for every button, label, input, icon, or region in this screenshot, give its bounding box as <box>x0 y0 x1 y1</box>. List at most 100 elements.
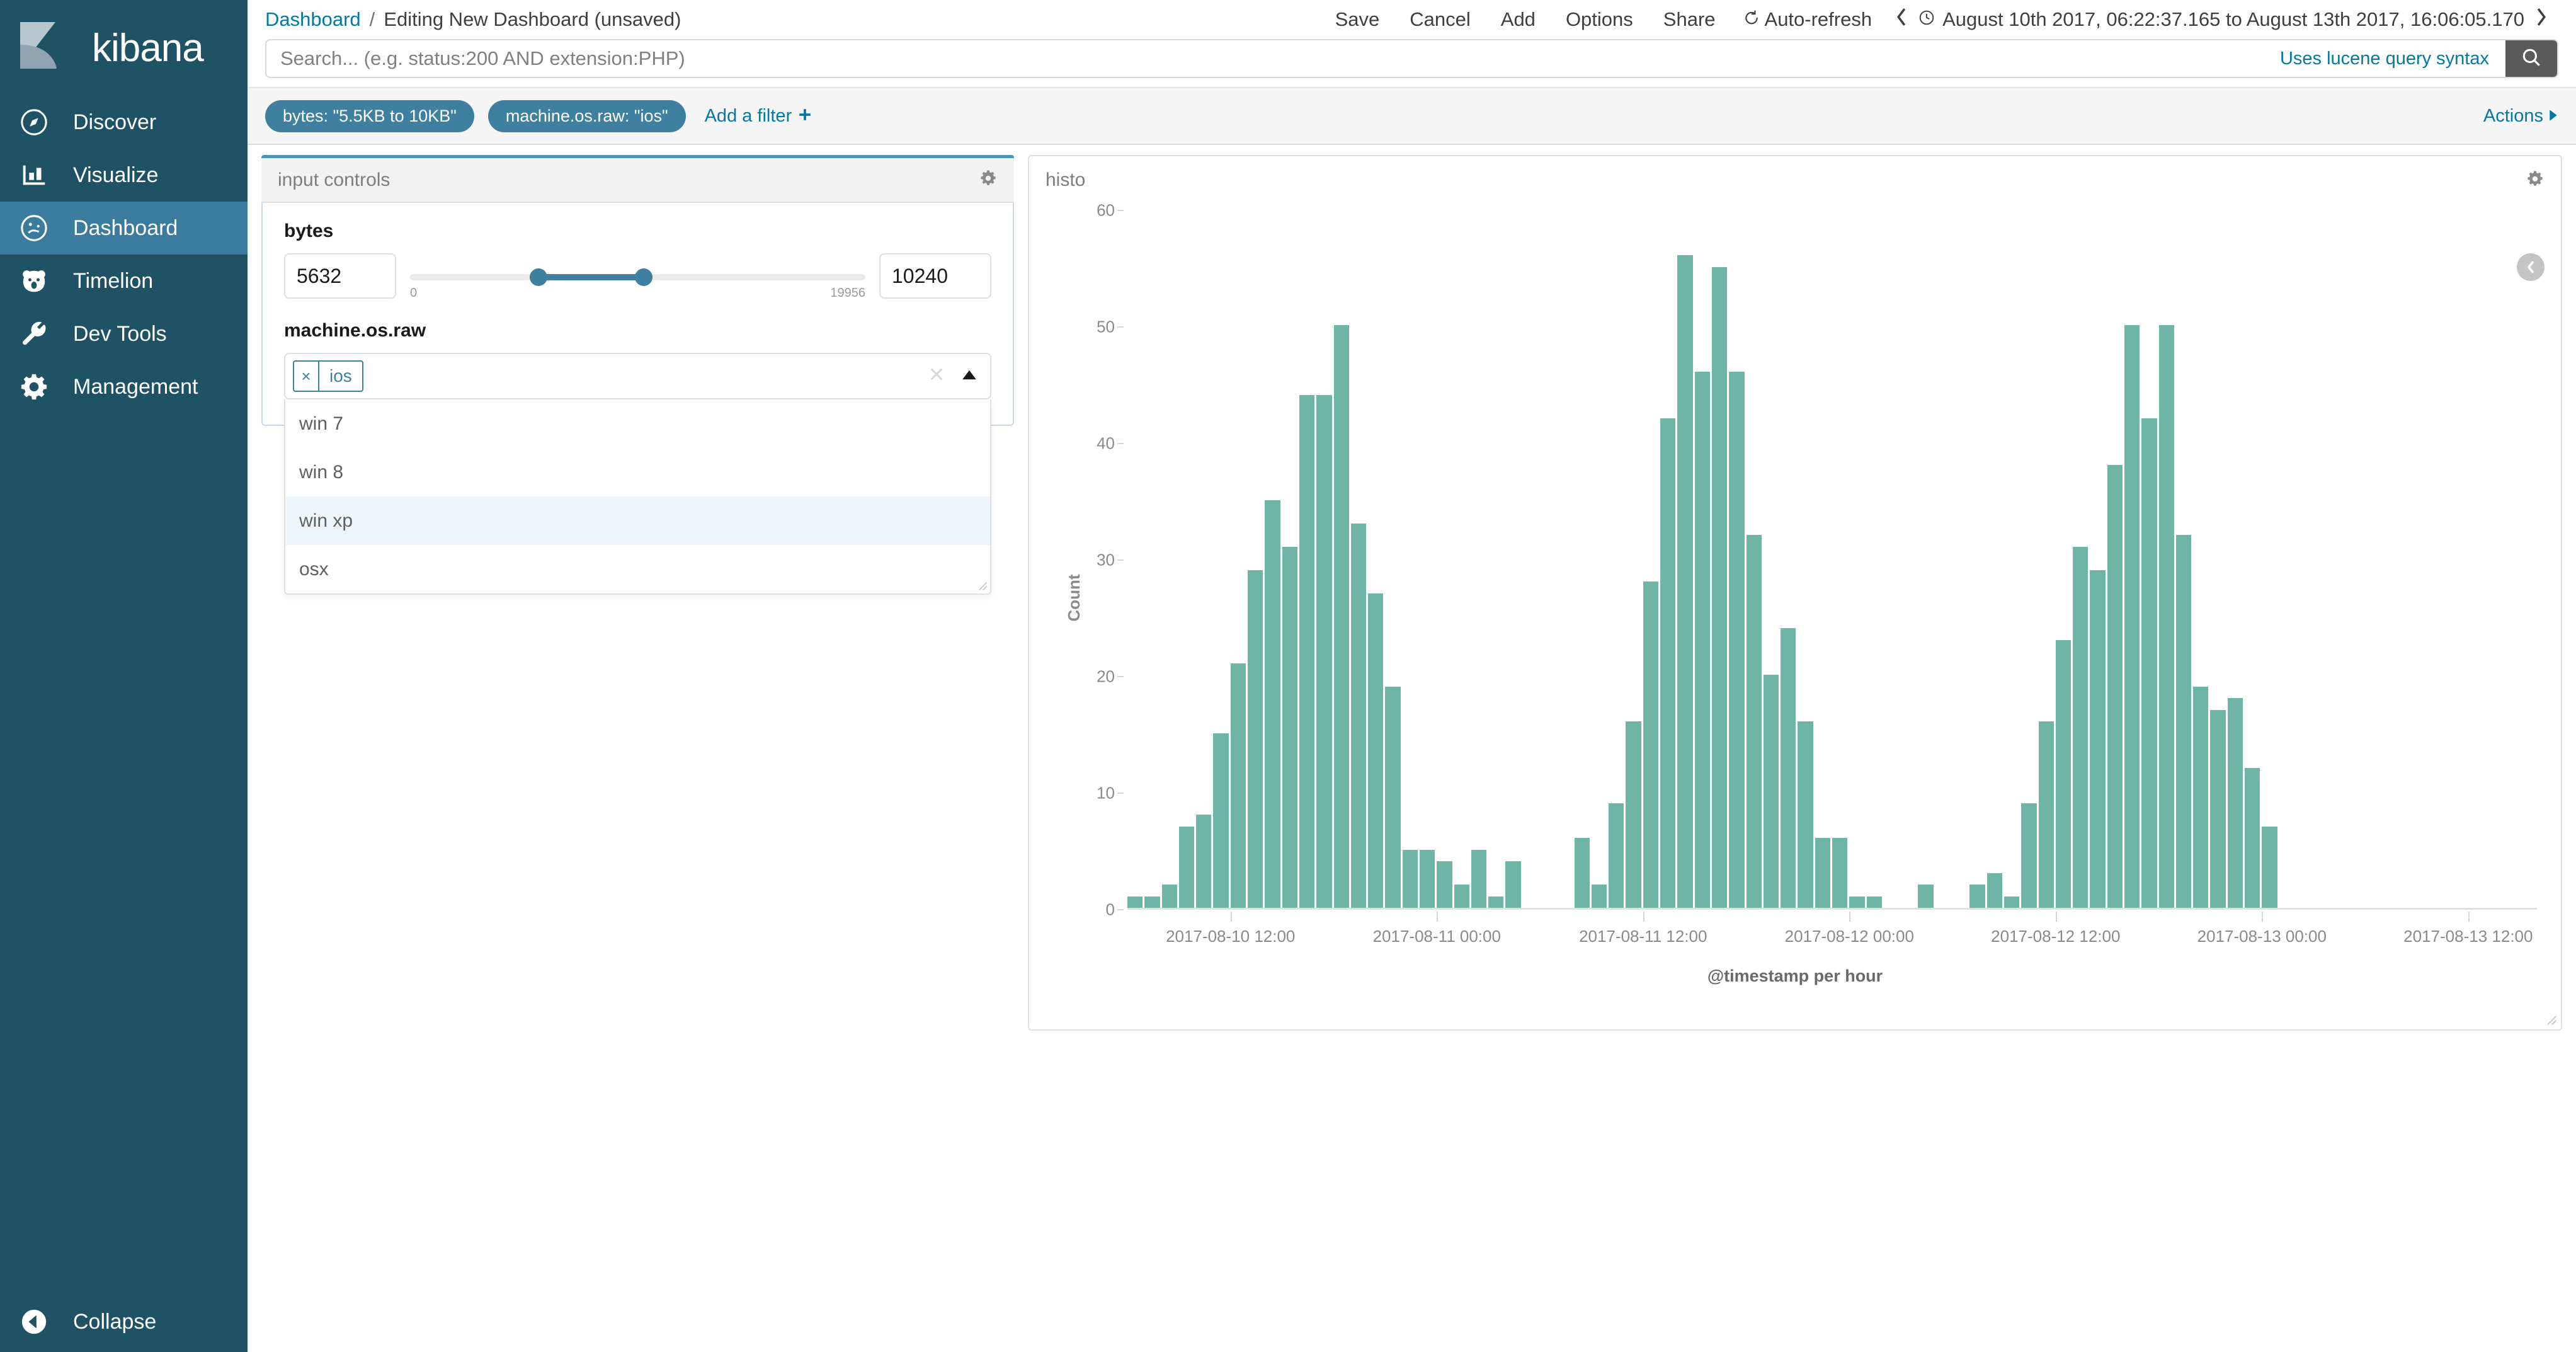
histogram-bar[interactable] <box>1712 267 1727 908</box>
histogram-bar[interactable] <box>1747 535 1762 908</box>
share-button[interactable]: Share <box>1648 8 1731 31</box>
histogram-bar[interactable] <box>1695 372 1710 908</box>
histogram-bar[interactable] <box>2159 325 2174 908</box>
search-input[interactable] <box>266 40 2264 77</box>
histogram-bar[interactable] <box>2039 721 2054 908</box>
option-win-7[interactable]: win 7 <box>285 399 990 448</box>
histogram-bar[interactable] <box>1437 861 1452 908</box>
gear-icon[interactable] <box>2526 169 2545 192</box>
histogram-bar[interactable] <box>1849 897 1864 908</box>
histogram-bar[interactable] <box>2004 897 2019 908</box>
histogram-bar[interactable] <box>1196 815 1211 908</box>
slider-handle-max[interactable] <box>635 268 653 286</box>
histogram-bar[interactable] <box>1403 850 1418 908</box>
histogram-bar[interactable] <box>1179 827 1194 908</box>
histogram-bar[interactable] <box>1368 593 1383 908</box>
histogram-bar[interactable] <box>1660 418 1675 908</box>
sidebar-item-dev-tools[interactable]: Dev Tools <box>0 307 248 360</box>
histogram-bar[interactable] <box>1334 325 1349 908</box>
range-min-input[interactable] <box>284 253 396 299</box>
histogram-bar[interactable] <box>1265 500 1280 908</box>
multiselect-input[interactable]: × ios <box>284 353 991 399</box>
histogram-bar[interactable] <box>1162 885 1177 908</box>
histogram-bar[interactable] <box>1798 721 1813 908</box>
add-filter-button[interactable]: Add a filter <box>705 106 812 127</box>
histogram-bar[interactable] <box>2228 698 2243 908</box>
histogram-bar[interactable] <box>2107 465 2123 908</box>
breadcrumb-dashboard-link[interactable]: Dashboard <box>265 8 361 31</box>
histogram-bar[interactable] <box>1867 897 1882 908</box>
options-button[interactable]: Options <box>1551 8 1648 31</box>
histogram-bar[interactable] <box>1729 372 1744 908</box>
sidebar-item-visualize[interactable]: Visualize <box>0 149 248 202</box>
option-win-8[interactable]: win 8 <box>285 448 990 496</box>
histogram-bar[interactable] <box>2090 570 2105 908</box>
next-time-button[interactable] <box>2524 7 2558 33</box>
resize-handle[interactable] <box>2545 1013 2557 1026</box>
histogram-bar[interactable] <box>1385 687 1400 908</box>
histogram-bar[interactable] <box>2124 325 2140 908</box>
option-osx[interactable]: osx <box>285 545 990 593</box>
range-slider[interactable]: 0 19956 <box>410 253 865 299</box>
option-win-xp[interactable]: win xp <box>285 496 990 545</box>
histogram-bar[interactable] <box>1420 850 1435 908</box>
histogram-bar[interactable] <box>1351 524 1366 908</box>
sidebar-collapse-button[interactable]: Collapse <box>0 1292 248 1352</box>
histogram-bar[interactable] <box>1764 675 1779 908</box>
close-icon[interactable]: × <box>294 362 319 391</box>
histogram-bar[interactable] <box>1918 885 1933 908</box>
histogram-chart[interactable]: Count 0102030405060 2017-08-10 12:002017… <box>1047 210 2543 985</box>
histogram-bar[interactable] <box>1505 861 1520 908</box>
histogram-bar[interactable] <box>1575 838 1590 908</box>
histogram-bar[interactable] <box>1248 570 1263 908</box>
sidebar-item-discover[interactable]: Discover <box>0 96 248 149</box>
histogram-bar[interactable] <box>2056 640 2071 908</box>
histogram-bar[interactable] <box>2245 768 2260 908</box>
close-icon[interactable] <box>927 365 946 387</box>
histogram-bar[interactable] <box>1781 628 1796 908</box>
range-max-input[interactable] <box>879 253 991 299</box>
histogram-bar[interactable] <box>1213 733 1228 908</box>
brand[interactable]: kibana <box>0 0 248 96</box>
add-button[interactable]: Add <box>1486 8 1551 31</box>
histogram-bar[interactable] <box>1677 255 1692 908</box>
histogram-bar[interactable] <box>1454 885 1469 908</box>
sidebar-item-dashboard[interactable]: Dashboard <box>0 202 248 255</box>
histogram-bar[interactable] <box>1643 581 1658 908</box>
histogram-bar[interactable] <box>1987 873 2002 908</box>
histogram-bar[interactable] <box>1231 663 1246 908</box>
histogram-bar[interactable] <box>1471 850 1486 908</box>
histogram-bar[interactable] <box>1282 547 1297 908</box>
histogram-bar[interactable] <box>2210 710 2225 908</box>
histogram-bar[interactable] <box>1832 838 1847 908</box>
histogram-bar[interactable] <box>1969 885 1985 908</box>
histogram-bar[interactable] <box>2176 535 2191 908</box>
histogram-bar[interactable] <box>1626 721 1641 908</box>
slider-handle-min[interactable] <box>530 268 547 286</box>
histogram-bar[interactable] <box>1299 395 1314 908</box>
histogram-bar[interactable] <box>2262 827 2277 908</box>
resize-handle[interactable] <box>976 580 988 591</box>
lucene-syntax-hint[interactable]: Uses lucene query syntax <box>2264 40 2505 77</box>
auto-refresh-button[interactable]: Auto-refresh <box>1731 8 1885 31</box>
histogram-bar[interactable] <box>1488 897 1503 908</box>
filter-pill-bytes[interactable]: bytes: "5.5KB to 10KB" <box>265 100 474 132</box>
gear-icon[interactable] <box>979 169 998 191</box>
cancel-button[interactable]: Cancel <box>1394 8 1486 31</box>
histogram-bar[interactable] <box>1815 838 1830 908</box>
caret-up-icon[interactable] <box>961 369 977 384</box>
histogram-bar[interactable] <box>1592 885 1607 908</box>
search-button[interactable] <box>2505 40 2557 77</box>
histogram-bar[interactable] <box>1609 803 1624 908</box>
actions-menu-button[interactable]: Actions <box>2483 106 2558 127</box>
histogram-bar[interactable] <box>2141 418 2157 908</box>
histogram-bar[interactable] <box>2073 547 2088 908</box>
histogram-bar[interactable] <box>1144 897 1160 908</box>
sidebar-item-management[interactable]: Management <box>0 360 248 413</box>
histogram-bar[interactable] <box>2193 687 2208 908</box>
histogram-bar[interactable] <box>2021 803 2036 908</box>
save-button[interactable]: Save <box>1320 8 1395 31</box>
histogram-bar[interactable] <box>1316 395 1331 908</box>
prev-time-button[interactable] <box>1884 7 1918 33</box>
histogram-bar[interactable] <box>1127 897 1143 908</box>
